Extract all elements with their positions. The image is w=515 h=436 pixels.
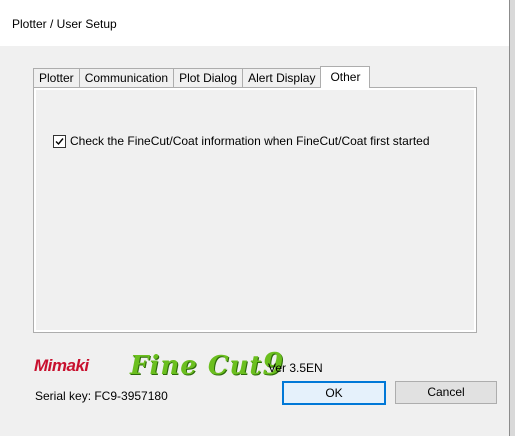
ok-button[interactable]: OK xyxy=(282,381,386,405)
mimaki-logo: Mimaki xyxy=(34,356,89,376)
tab-strip: Plotter Communication Plot Dialog Alert … xyxy=(33,66,371,88)
title-bar[interactable]: Plotter / User Setup xyxy=(0,0,509,46)
finecut-info-check-label: Check the FineCut/Coat information when … xyxy=(70,134,430,148)
panel-body xyxy=(36,90,474,330)
finecut-info-check-row[interactable]: Check the FineCut/Coat information when … xyxy=(53,134,430,148)
tab-other[interactable]: Other xyxy=(320,66,371,88)
checkmark-icon xyxy=(55,137,64,145)
tab-alert-display[interactable]: Alert Display xyxy=(242,68,321,88)
window-title: Plotter / User Setup xyxy=(12,17,117,31)
finecut-info-checkbox[interactable] xyxy=(53,134,66,148)
tab-plotter[interactable]: Plotter xyxy=(33,68,79,88)
tab-plot-dialog[interactable]: Plot Dialog xyxy=(173,68,243,88)
setup-dialog: Plotter / User Setup Plotter Communicati… xyxy=(0,0,510,436)
version-label: Ver 3.5EN xyxy=(268,361,323,375)
tab-communication[interactable]: Communication xyxy=(78,68,174,88)
finecut-logo: Fine Cut9 xyxy=(130,347,284,382)
brand-name: Mimaki xyxy=(34,356,89,375)
cancel-button[interactable]: Cancel xyxy=(395,381,497,404)
tab-panel-other xyxy=(33,87,477,333)
serial-key-label: Serial key: FC9-3957180 xyxy=(35,389,168,403)
product-name: Fine Cut xyxy=(130,351,263,381)
